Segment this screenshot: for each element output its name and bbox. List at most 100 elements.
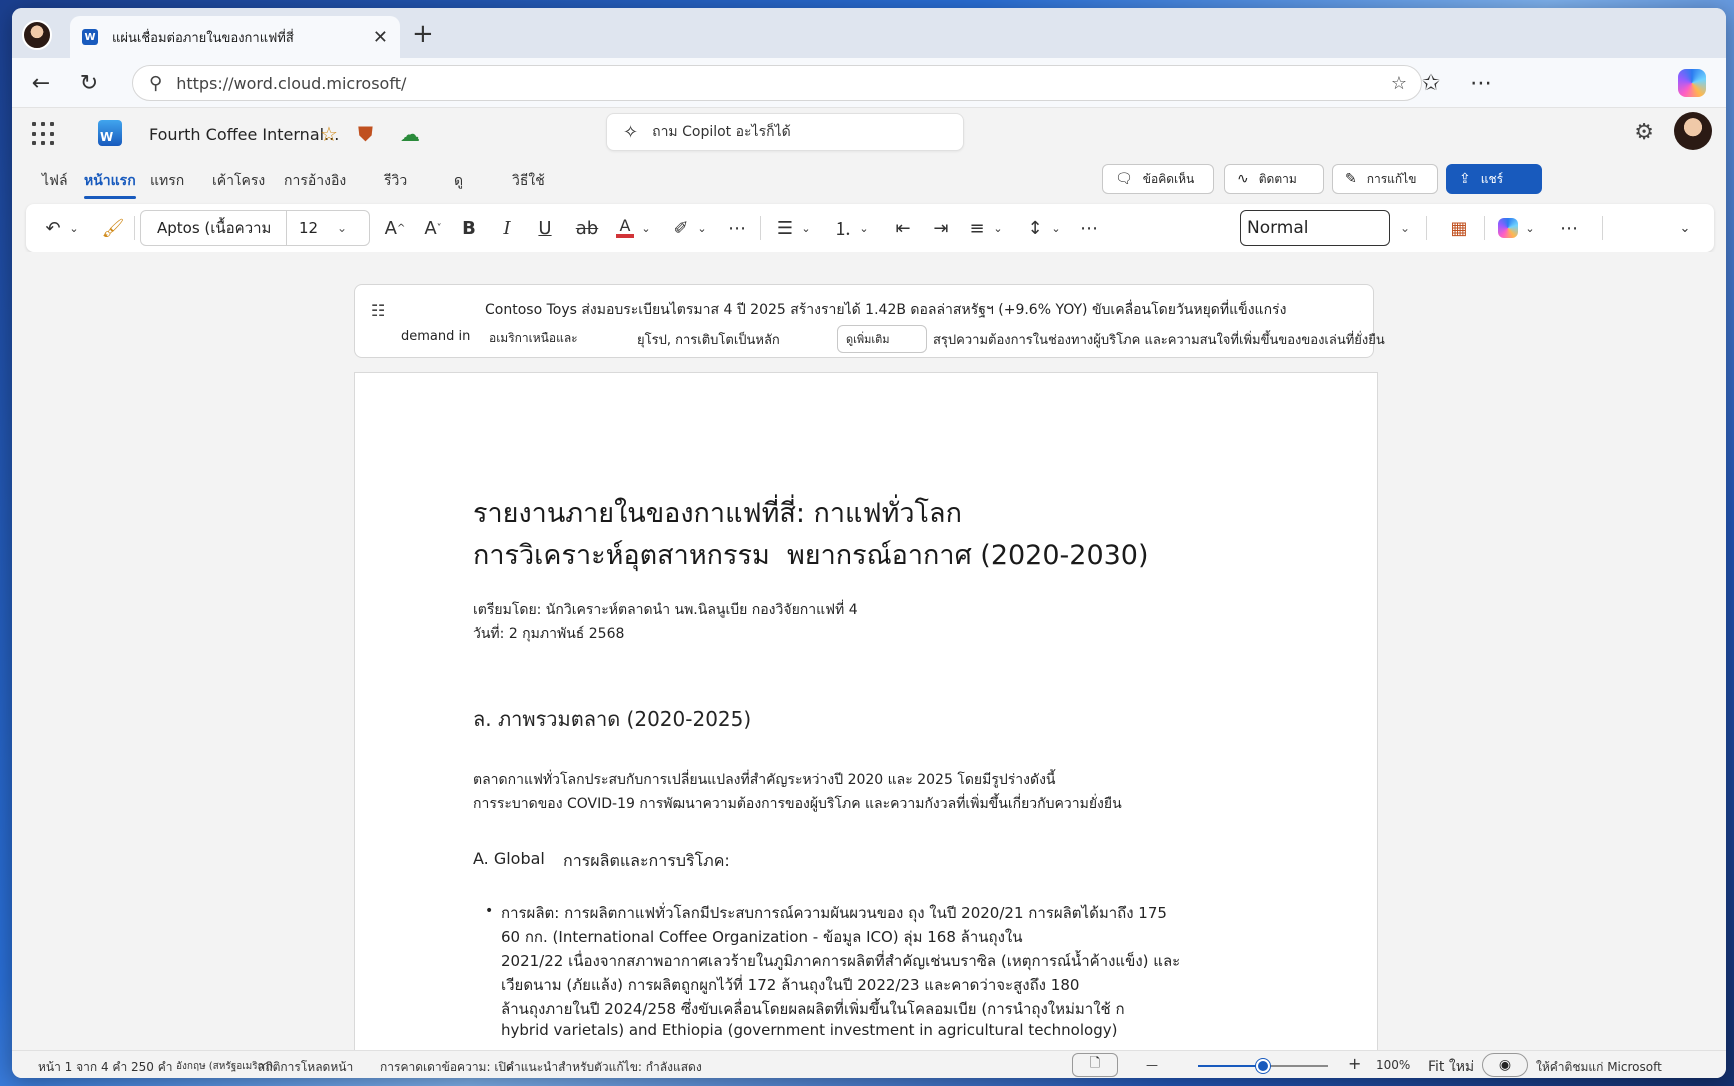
page-load-stats[interactable]: สถิติการโหลดหน้า xyxy=(258,1058,353,1077)
highlighter-chevron-icon[interactable]: ⌄ xyxy=(694,214,710,242)
align-chevron-icon[interactable]: ⌄ xyxy=(990,214,1006,242)
more-toolbar-options-icon[interactable]: ⋯ xyxy=(1554,214,1584,242)
underline-icon[interactable]: U xyxy=(530,214,560,242)
doc-title-line-2a: การวิเคราะห์อุตสาหกรรม xyxy=(473,540,770,571)
bullets-chevron-icon[interactable]: ⌄ xyxy=(798,214,814,242)
page-view-button[interactable]: 🗋 xyxy=(1072,1053,1118,1077)
font-color-icon[interactable]: A xyxy=(612,214,638,242)
editing-mode-button[interactable]: ✎ การแก้ไข xyxy=(1332,164,1438,194)
shrink-font-icon[interactable]: A ˅ xyxy=(418,214,448,242)
zoom-level[interactable]: 100% xyxy=(1376,1058,1410,1072)
more-options-icon[interactable]: ⋯ xyxy=(1466,68,1496,98)
line-spacing-icon[interactable]: ↕ xyxy=(1022,214,1048,242)
address-bar[interactable]: ⚲ https://word.cloud.microsoft/ ☆ xyxy=(132,65,1422,101)
sensitivity-shield-icon[interactable]: ⛊ xyxy=(358,122,373,146)
favorites-icon[interactable]: ✩ xyxy=(1416,68,1446,98)
copilot-browser-icon[interactable] xyxy=(1678,69,1706,97)
copilot-summary-card: ☷ Contoso Toys ส่งมอบระเบียนไตรมาส 4 ปี … xyxy=(354,284,1385,358)
zoom-out-button[interactable]: — xyxy=(1146,1058,1158,1072)
decrease-indent-icon[interactable]: ⇤ xyxy=(888,214,918,242)
tab-view[interactable]: ดู xyxy=(454,170,463,192)
tab-file[interactable]: ไฟล์ xyxy=(42,170,68,192)
editor-suggestions-status[interactable]: คำแนะนำสำหรับตัวแก้ไข: กำลังแสดง xyxy=(506,1058,702,1077)
document-page[interactable]: รายงานภายในของกาแฟที่สี่: กาแฟทั่วโลก กา… xyxy=(354,372,1378,1050)
font-size-input[interactable]: 12 xyxy=(287,219,337,237)
word-header: W Fourth Coffee Internal... ☆ ⛊ ☁ ✧ ถาม … xyxy=(12,108,1726,164)
tab-insert[interactable]: แทรก xyxy=(150,170,184,192)
align-icon[interactable]: ≡ xyxy=(964,214,990,242)
font-color-chevron-icon[interactable]: ⌄ xyxy=(638,214,654,242)
gear-icon[interactable]: ⚙ xyxy=(1634,120,1654,145)
pencil-icon: ✎ xyxy=(1345,171,1357,187)
bullets-icon[interactable]: ☰ xyxy=(772,214,798,242)
copilot-icon[interactable] xyxy=(1494,214,1522,242)
style-value[interactable]: Normal xyxy=(1240,210,1390,246)
grow-font-icon[interactable]: A ^ xyxy=(380,214,410,242)
copilot-search-box[interactable]: ✧ ถาม Copilot อะไรก็ได้ xyxy=(606,113,964,151)
numbering-icon[interactable]: ⒈ xyxy=(830,214,856,242)
feedback-link[interactable]: ให้คำติชมแก่ Microsoft xyxy=(1536,1058,1662,1077)
italic-icon[interactable]: I xyxy=(492,214,522,242)
more-paragraph-options-icon[interactable]: ⋯ xyxy=(1074,214,1104,242)
style-picker[interactable]: Normal ⌄ xyxy=(1240,210,1420,246)
fit-button[interactable]: Fit ใหม่ xyxy=(1428,1056,1474,1078)
numbering-chevron-icon[interactable]: ⌄ xyxy=(856,214,872,242)
bold-icon[interactable]: B xyxy=(454,214,484,242)
close-tab-icon[interactable]: ✕ xyxy=(373,27,388,48)
zoom-slider-thumb[interactable] xyxy=(1256,1059,1270,1073)
line-spacing-chevron-icon[interactable]: ⌄ xyxy=(1048,214,1064,242)
tab-home[interactable]: หน้าแรก xyxy=(84,170,136,199)
zoom-in-button[interactable]: + xyxy=(1348,1054,1361,1073)
styles-gallery-icon[interactable]: ▦ xyxy=(1444,214,1474,242)
back-icon[interactable]: ← xyxy=(26,68,56,98)
new-tab-button[interactable]: + xyxy=(412,21,434,47)
summary-line-2b: อเมริกาเหนือและ xyxy=(489,331,578,345)
reading-view-button[interactable]: ◉ xyxy=(1482,1053,1528,1077)
copilot-chevron-icon[interactable]: ⌄ xyxy=(1522,214,1538,242)
refresh-icon[interactable]: ↻ xyxy=(74,68,104,98)
share-button[interactable]: ⇪ แชร์ xyxy=(1446,164,1542,194)
page-word-count[interactable]: หน้า 1 จาก 4 คำ 250 คำ xyxy=(38,1058,172,1077)
expand-ribbon-chevron-icon[interactable]: ⌄ xyxy=(1672,214,1698,242)
section-heading: ล. ภาพรวมตลาด (2020-2025) xyxy=(473,707,752,731)
document-canvas[interactable]: ☷ Contoso Toys ส่งมอบระเบียนไตรมาส 4 ปี … xyxy=(12,252,1726,1050)
undo-dropdown-chevron-icon[interactable]: ⌄ xyxy=(66,214,82,242)
bullet-line: 2021/22 เนื่องจากสภาพอากาศเลวร้ายในภูมิภ… xyxy=(501,952,1181,970)
tab-layout[interactable]: เค้าโครง xyxy=(212,170,265,192)
text-predictions-status[interactable]: การคาดเดาข้อความ: เปิด xyxy=(380,1058,514,1077)
paragraph-line-2: การระบาดของ COVID-19 การพัฒนาความต้องการ… xyxy=(473,796,1122,812)
increase-indent-icon[interactable]: ⇥ xyxy=(926,214,956,242)
catch-up-button[interactable]: ∿ ติดตาม xyxy=(1224,164,1324,194)
add-favorite-icon[interactable]: ☆ xyxy=(1391,73,1407,94)
tab-help[interactable]: วิธีใช้ xyxy=(512,170,545,192)
browser-profile-avatar[interactable] xyxy=(22,20,52,50)
more-font-options-icon[interactable]: ⋯ xyxy=(722,214,752,242)
strikethrough-icon[interactable]: ab xyxy=(572,214,602,242)
user-avatar[interactable] xyxy=(1674,112,1712,150)
font-name-input[interactable]: Aptos (เนื้อความ xyxy=(141,211,287,245)
document-title[interactable]: Fourth Coffee Internal... xyxy=(149,125,339,144)
tab-title: แผ่นเชื่อมต่อภายในของกาแฟที่สี่ xyxy=(112,30,294,46)
undo-icon[interactable]: ↶ xyxy=(40,214,66,242)
see-more-button[interactable]: ดูเพิ่มเติม xyxy=(837,325,927,353)
star-icon[interactable]: ☆ xyxy=(320,122,338,146)
tab-references[interactable]: การอ้างอิง xyxy=(284,170,346,192)
tab-review[interactable]: รีวิว xyxy=(384,170,407,192)
style-chevron-icon[interactable]: ⌄ xyxy=(1390,210,1420,246)
bullet-marker: • xyxy=(485,903,494,919)
page-icon: 🗋 xyxy=(1089,1056,1101,1071)
toolbar-divider xyxy=(760,216,761,240)
comments-button[interactable]: 🗨 ข้อคิดเห็น xyxy=(1102,164,1214,194)
bullet-line: 60 กก. (International Coffee Organizatio… xyxy=(501,928,1023,946)
highlighter-icon[interactable]: ✐ xyxy=(668,214,694,242)
url-text: https://word.cloud.microsoft/ xyxy=(176,73,407,93)
toolbar-divider xyxy=(1484,216,1485,240)
app-launcher-icon[interactable] xyxy=(32,122,56,146)
toolbar-divider xyxy=(134,216,135,240)
sub-heading-a: A. Global xyxy=(473,849,545,868)
format-painter-icon[interactable]: 🖌 xyxy=(100,214,126,242)
browser-tab-active[interactable]: W แผ่นเชื่อมต่อภายในของกาแฟที่สี่ ✕ xyxy=(70,16,400,58)
font-picker[interactable]: Aptos (เนื้อความ 12 ⌄ xyxy=(140,210,370,246)
cloud-saved-icon[interactable]: ☁ xyxy=(400,122,420,146)
font-size-chevron-icon[interactable]: ⌄ xyxy=(337,221,347,235)
